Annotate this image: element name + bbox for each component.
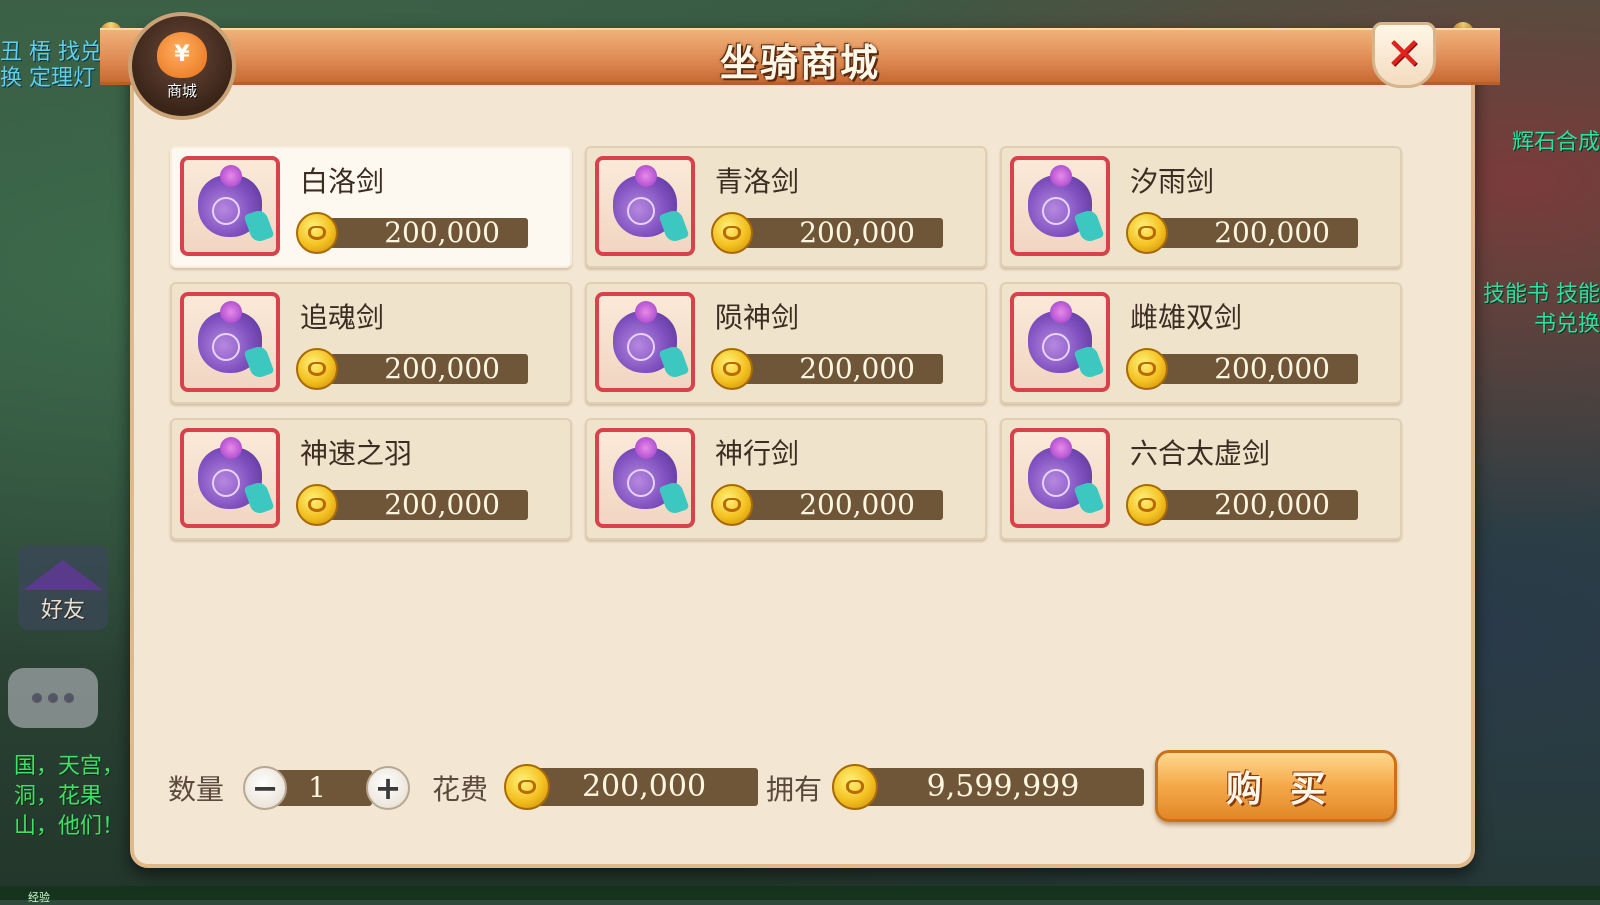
gold-coin-icon <box>296 348 338 390</box>
item-card[interactable]: 陨神剑 200,000 <box>585 282 987 404</box>
owned-value: 9,599,999 <box>862 768 1144 806</box>
item-name: 神速之羽 <box>300 437 413 470</box>
item-card[interactable]: 神行剑 200,000 <box>585 418 987 540</box>
background-right-text-2: 技能书 技能书兑换 <box>1483 282 1600 337</box>
shop-emblem: ¥ 商城 <box>128 12 236 120</box>
gold-coin-icon <box>296 484 338 526</box>
purple-pouch-icon <box>595 292 695 392</box>
decrease-quantity-button[interactable]: − <box>243 766 287 810</box>
item-name: 陨神剑 <box>715 301 800 334</box>
purple-pouch-icon <box>1010 292 1110 392</box>
gold-coin-icon <box>1126 212 1168 254</box>
buy-button-label: 购买 <box>1225 769 1354 810</box>
friend-hat-icon <box>23 560 103 590</box>
cost-label: 花费 <box>432 773 489 806</box>
chat-dot-icon <box>32 693 42 703</box>
item-name: 六合太虚剑 <box>1130 437 1271 470</box>
experience-label: 经验 <box>28 891 50 904</box>
chat-button[interactable] <box>8 668 98 728</box>
plus-icon: + <box>374 769 402 807</box>
quantity-label: 数量 <box>168 773 225 806</box>
gold-coin-icon <box>711 212 753 254</box>
item-name: 青洛剑 <box>715 165 800 198</box>
item-card[interactable]: 六合太虚剑 200,000 <box>1000 418 1402 540</box>
item-name: 汐雨剑 <box>1130 165 1215 198</box>
close-button[interactable]: ✕ <box>1372 22 1436 88</box>
gold-coin-icon <box>296 212 338 254</box>
buy-button[interactable]: 购买 <box>1155 750 1397 822</box>
item-price: 200,000 <box>729 218 943 248</box>
gold-coin-icon <box>1126 348 1168 390</box>
experience-bar: 经验 <box>0 886 1600 904</box>
purple-pouch-icon <box>1010 428 1110 528</box>
gold-coin-icon <box>1126 484 1168 526</box>
background-right-text: 辉石合成 <box>1511 130 1600 155</box>
shop-emblem-label: 商城 <box>166 81 197 100</box>
item-price: 200,000 <box>729 354 943 384</box>
item-card[interactable]: 雌雄双剑 200,000 <box>1000 282 1402 404</box>
friends-button[interactable]: 好友 <box>18 545 108 630</box>
item-card[interactable]: 青洛剑 200,000 <box>585 146 987 268</box>
item-card[interactable]: 汐雨剑 200,000 <box>1000 146 1402 268</box>
item-price: 200,000 <box>1144 218 1358 248</box>
item-grid: 白洛剑 200,000 青洛剑 200,000 汐雨剑 200,000 追魂剑 … <box>170 146 1402 540</box>
item-price: 200,000 <box>314 354 528 384</box>
gold-coin-icon <box>832 764 878 810</box>
item-card[interactable]: 神速之羽 200,000 <box>170 418 572 540</box>
owned-label: 拥有 <box>766 773 823 806</box>
gold-coin-icon <box>504 764 550 810</box>
gold-coin-icon <box>711 348 753 390</box>
item-name: 神行剑 <box>715 437 800 470</box>
item-card[interactable]: 白洛剑 200,000 <box>170 146 572 268</box>
item-price: 200,000 <box>314 490 528 520</box>
item-name: 白洛剑 <box>300 165 385 198</box>
gold-coin-icon <box>711 484 753 526</box>
background-chat-text: 国，天宫，洞，花果山，他们！ <box>14 754 125 839</box>
purple-pouch-icon <box>1010 156 1110 256</box>
cost-value: 200,000 <box>530 768 758 806</box>
dialog-title: 坐骑商城 <box>719 41 880 85</box>
item-price: 200,000 <box>729 490 943 520</box>
shop-bag-icon: ¥ <box>157 31 207 78</box>
purple-pouch-icon <box>180 156 280 256</box>
increase-quantity-button[interactable]: + <box>366 766 410 810</box>
close-icon: ✕ <box>1385 29 1423 80</box>
friends-label: 好友 <box>40 598 85 623</box>
purple-pouch-icon <box>595 428 695 528</box>
item-name: 雌雄双剑 <box>1130 301 1243 334</box>
minus-icon: − <box>251 769 279 807</box>
item-name: 追魂剑 <box>300 301 385 334</box>
item-card[interactable]: 追魂剑 200,000 <box>170 282 572 404</box>
purple-pouch-icon <box>180 292 280 392</box>
item-price: 200,000 <box>314 218 528 248</box>
chat-dot-icon <box>64 693 74 703</box>
item-price: 200,000 <box>1144 490 1358 520</box>
chat-dot-icon <box>48 693 58 703</box>
item-price: 200,000 <box>1144 354 1358 384</box>
purple-pouch-icon <box>180 428 280 528</box>
purple-pouch-icon <box>595 156 695 256</box>
